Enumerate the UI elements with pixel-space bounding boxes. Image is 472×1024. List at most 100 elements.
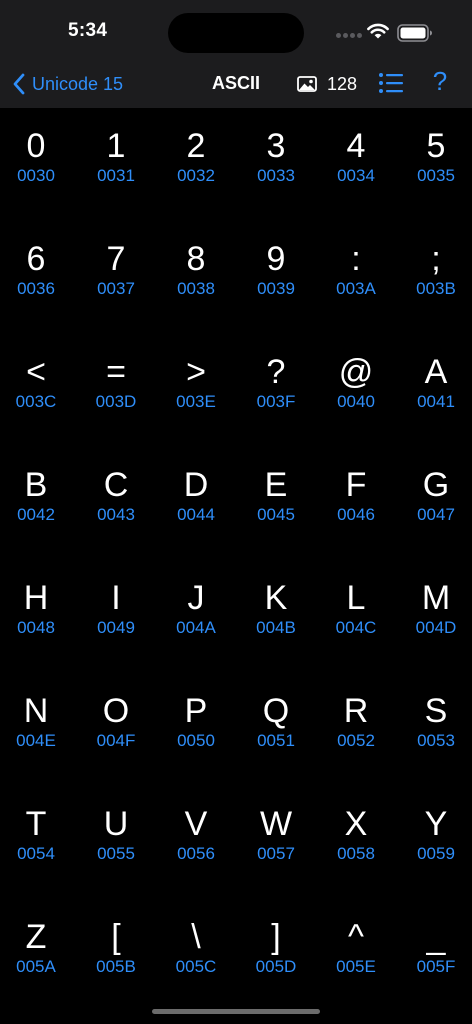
character-glyph: 6 xyxy=(26,240,46,278)
character-glyph: 4 xyxy=(346,127,366,165)
character-cell[interactable]: ] 005D xyxy=(236,899,316,1012)
character-glyph: O xyxy=(102,692,130,730)
character-code: 004F xyxy=(96,731,136,750)
character-glyph: M xyxy=(421,579,451,617)
image-count: 128 xyxy=(297,72,357,96)
character-cell[interactable]: X 0058 xyxy=(316,786,396,899)
character-code: 0040 xyxy=(337,392,375,411)
character-code: 003D xyxy=(95,392,137,411)
character-cell[interactable]: C 0043 xyxy=(76,447,156,560)
character-glyph: = xyxy=(106,353,126,391)
character-cell[interactable]: T 0054 xyxy=(0,786,76,899)
character-code: 0036 xyxy=(17,279,55,298)
character-cell[interactable]: H 0048 xyxy=(0,560,76,673)
character-cell[interactable]: U 0055 xyxy=(76,786,156,899)
character-glyph: ] xyxy=(271,918,281,956)
cellular-signal-icon xyxy=(336,33,362,39)
character-code: 0030 xyxy=(17,166,55,185)
character-cell[interactable]: I 0049 xyxy=(76,560,156,673)
character-cell[interactable]: :003A xyxy=(316,221,396,334)
character-code: 004C xyxy=(335,618,377,637)
character-code: 0053 xyxy=(417,731,455,750)
character-glyph: U xyxy=(103,805,129,843)
character-cell[interactable]: @0040 xyxy=(316,334,396,447)
character-code: 003C xyxy=(15,392,57,411)
character-cell[interactable]: J 004A xyxy=(156,560,236,673)
character-cell[interactable]: \ 005C xyxy=(156,899,236,1012)
wifi-icon xyxy=(367,23,389,39)
character-cell[interactable]: A 0041 xyxy=(396,334,472,447)
character-glyph: R xyxy=(343,692,369,730)
status-bar: 5:34 xyxy=(0,0,472,60)
character-code: 0056 xyxy=(177,844,215,863)
character-cell[interactable]: N 004E xyxy=(0,673,76,786)
character-cell[interactable]: [005B xyxy=(76,899,156,1012)
character-cell[interactable]: 3 0033 xyxy=(236,108,316,221)
character-code: 0049 xyxy=(97,618,135,637)
character-code: 004D xyxy=(415,618,457,637)
image-count-label: 128 xyxy=(327,73,358,94)
character-cell[interactable]: 4 0034 xyxy=(316,108,396,221)
character-code: 0033 xyxy=(257,166,295,185)
character-glyph: J xyxy=(187,579,205,617)
character-code: 0059 xyxy=(417,844,455,863)
character-glyph: W xyxy=(259,805,293,843)
character-cell[interactable]: ; 003B xyxy=(396,221,472,334)
character-code: 0045 xyxy=(257,505,295,524)
character-cell[interactable]: ^ 005E xyxy=(316,899,396,1012)
character-code: 0058 xyxy=(337,844,375,863)
character-glyph: 5 xyxy=(426,127,446,165)
character-cell[interactable]: 7 0037 xyxy=(76,221,156,334)
back-button[interactable]: Unicode 15 xyxy=(12,70,123,98)
character-code: 005B xyxy=(96,957,136,976)
character-cell[interactable]: 2 0032 xyxy=(156,108,236,221)
character-cell[interactable]: F 0046 xyxy=(316,447,396,560)
character-cell[interactable]: L 004C xyxy=(316,560,396,673)
character-cell[interactable]: Y 0059 xyxy=(396,786,472,899)
character-cell[interactable]: 0 0030 xyxy=(0,108,76,221)
character-cell[interactable]: O 004F xyxy=(76,673,156,786)
character-cell[interactable]: <003C xyxy=(0,334,76,447)
character-cell[interactable]: Q 0051 xyxy=(236,673,316,786)
character-cell[interactable]: K 004B xyxy=(236,560,316,673)
character-cell[interactable]: B 0042 xyxy=(0,447,76,560)
character-code: 0041 xyxy=(417,392,455,411)
character-cell[interactable]: 1 0031 xyxy=(76,108,156,221)
character-glyph: H xyxy=(23,579,49,617)
character-cell[interactable]: V 0056 xyxy=(156,786,236,899)
character-cell[interactable]: R 0052 xyxy=(316,673,396,786)
character-cell[interactable]: 9 0039 xyxy=(236,221,316,334)
character-cell[interactable]: _ 005F xyxy=(396,899,472,1012)
character-glyph: 2 xyxy=(186,127,206,165)
character-cell[interactable]: P 0050 xyxy=(156,673,236,786)
character-code: 004A xyxy=(176,618,216,637)
character-cell[interactable]: G 0047 xyxy=(396,447,472,560)
character-cell[interactable]: 8 0038 xyxy=(156,221,236,334)
character-cell[interactable]: Z 005A xyxy=(0,899,76,1012)
character-cell[interactable]: 5 0035 xyxy=(396,108,472,221)
character-glyph: D xyxy=(183,466,209,504)
character-cell[interactable]: = 003D xyxy=(76,334,156,447)
character-code: 003E xyxy=(176,392,216,411)
character-cell[interactable]: ? 003F xyxy=(236,334,316,447)
character-cell[interactable]: >003E xyxy=(156,334,236,447)
character-cell[interactable]: S 0053 xyxy=(396,673,472,786)
character-glyph: I xyxy=(111,579,121,617)
character-code: 005E xyxy=(336,957,376,976)
character-glyph: \ xyxy=(191,918,201,956)
dynamic-island xyxy=(168,13,304,53)
character-code: 0057 xyxy=(257,844,295,863)
character-code: 003A xyxy=(336,279,376,298)
home-indicator xyxy=(152,1009,320,1014)
character-cell[interactable]: D 0044 xyxy=(156,447,236,560)
character-cell[interactable]: 6 0036 xyxy=(0,221,76,334)
character-code: 0055 xyxy=(97,844,135,863)
help-button[interactable]: ? xyxy=(428,66,452,97)
character-code: 0052 xyxy=(337,731,375,750)
character-cell[interactable]: E 0045 xyxy=(236,447,316,560)
character-glyph: < xyxy=(26,353,46,391)
character-cell[interactable]: W 0057 xyxy=(236,786,316,899)
list-icon[interactable] xyxy=(378,72,404,94)
page-title: ASCII xyxy=(211,73,260,93)
character-cell[interactable]: M 004D xyxy=(396,560,472,673)
